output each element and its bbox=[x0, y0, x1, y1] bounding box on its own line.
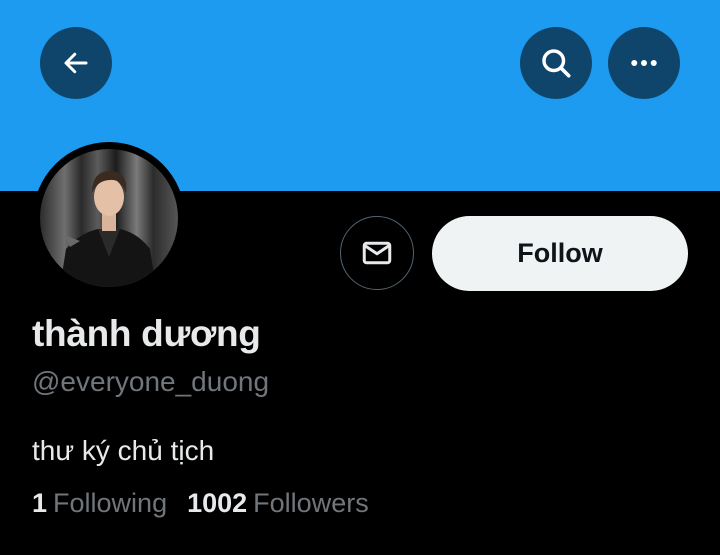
profile-bio: thư ký chủ tịch bbox=[32, 435, 215, 466]
search-button[interactable] bbox=[520, 27, 592, 99]
message-button[interactable] bbox=[340, 216, 414, 290]
display-name: thành dương bbox=[32, 313, 261, 354]
back-button[interactable] bbox=[40, 27, 112, 99]
user-handle: @everyone_duong bbox=[32, 366, 270, 397]
follow-button-label: Follow bbox=[517, 238, 603, 268]
more-options-icon bbox=[631, 60, 657, 66]
follow-button[interactable]: Follow bbox=[432, 216, 688, 291]
search-icon bbox=[542, 49, 571, 78]
follow-stats: 1 Following 1002 Followers bbox=[32, 488, 369, 519]
followers-label: Followers bbox=[253, 488, 369, 518]
mail-icon bbox=[362, 241, 392, 265]
avatar-photo bbox=[60, 171, 156, 287]
followers-count: 1002 bbox=[187, 488, 248, 518]
following-label: Following bbox=[53, 488, 168, 518]
back-arrow-icon bbox=[64, 52, 88, 74]
avatar[interactable] bbox=[40, 149, 178, 287]
following-count: 1 bbox=[32, 488, 48, 518]
following-link[interactable]: 1 Following bbox=[32, 488, 167, 519]
followers-link[interactable]: 1002 Followers bbox=[187, 488, 369, 519]
more-options-button[interactable] bbox=[608, 27, 680, 99]
